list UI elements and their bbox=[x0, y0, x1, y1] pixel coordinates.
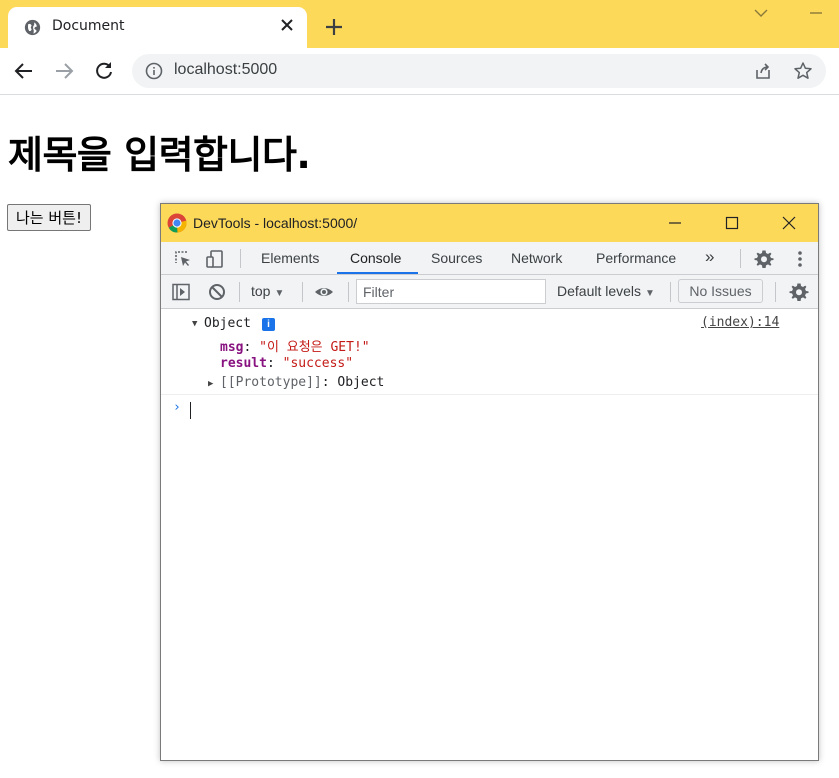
console-toolbar: top▼ Default levels▼ No Issues bbox=[161, 275, 818, 309]
console-input-caret[interactable] bbox=[190, 402, 191, 419]
filter-input[interactable] bbox=[356, 279, 546, 304]
minimize-icon[interactable] bbox=[646, 204, 703, 242]
more-tabs-button[interactable]: » bbox=[705, 247, 714, 267]
divider bbox=[775, 282, 776, 302]
maximize-icon[interactable] bbox=[703, 204, 760, 242]
browser-tab[interactable]: Document bbox=[8, 7, 307, 48]
object-label[interactable]: Object bbox=[204, 316, 251, 331]
sidebar-toggle-icon[interactable] bbox=[171, 282, 191, 302]
divider bbox=[348, 282, 349, 302]
tab-console[interactable]: Console bbox=[350, 250, 401, 266]
log-levels-value: Default levels bbox=[557, 283, 642, 299]
context-value: top bbox=[251, 283, 271, 299]
tab-title: Document bbox=[52, 18, 125, 34]
tab-sources[interactable]: Sources bbox=[431, 250, 482, 266]
star-icon[interactable] bbox=[793, 61, 813, 81]
expand-triangle-icon[interactable]: ▶ bbox=[208, 379, 213, 389]
chevron-down-icon[interactable] bbox=[752, 6, 770, 20]
property-key: result bbox=[220, 356, 267, 371]
prototype-value: Object bbox=[337, 375, 385, 390]
dropdown-arrow-icon: ▼ bbox=[645, 288, 655, 299]
log-levels-dropdown[interactable]: Default levels ▼ bbox=[557, 283, 655, 299]
devtools-titlebar: DevTools - localhost:5000/ bbox=[161, 204, 818, 242]
expand-triangle-icon[interactable]: ▼ bbox=[192, 319, 197, 329]
clear-console-icon[interactable] bbox=[207, 282, 227, 302]
devtools-window: DevTools - localhost:5000/ Elements Cons… bbox=[160, 203, 819, 761]
context-selector[interactable]: top ▼ bbox=[251, 283, 284, 299]
globe-icon bbox=[24, 19, 41, 36]
console-panel[interactable]: ▼ Object i (index):14 msg: "이 요청은 GET!" … bbox=[161, 309, 818, 760]
source-link[interactable]: (index):14 bbox=[701, 315, 779, 330]
divider bbox=[740, 249, 741, 268]
page-heading: 제목을 입력합니다. bbox=[8, 133, 311, 177]
reload-icon[interactable] bbox=[93, 60, 115, 82]
console-log-entry: ▼ Object i (index):14 msg: "이 요청은 GET!" … bbox=[161, 309, 818, 395]
tab-network[interactable]: Network bbox=[511, 250, 562, 266]
devtools-title: DevTools - localhost:5000/ bbox=[193, 215, 358, 231]
page-button[interactable]: 나는 버튼! bbox=[7, 204, 91, 231]
devtools-tab-bar: Elements Console Sources Network Perform… bbox=[161, 242, 818, 275]
property-key: msg bbox=[220, 340, 244, 355]
forward-arrow-icon[interactable] bbox=[53, 60, 75, 82]
share-icon[interactable] bbox=[753, 61, 773, 81]
console-prompt-icon: › bbox=[173, 400, 181, 415]
browser-tab-bar: Document bbox=[0, 0, 839, 48]
active-tab-indicator bbox=[337, 272, 418, 274]
browser-toolbar: localhost:5000 bbox=[0, 48, 839, 95]
chrome-logo-icon bbox=[167, 213, 187, 233]
property-value: "success" bbox=[282, 356, 354, 371]
dropdown-arrow-icon: ▼ bbox=[274, 288, 285, 299]
object-property: result: "success" bbox=[220, 356, 354, 371]
divider bbox=[302, 282, 303, 302]
eye-icon[interactable] bbox=[314, 282, 334, 302]
more-vertical-icon[interactable] bbox=[790, 249, 810, 269]
property-value: "이 요청은 GET!" bbox=[259, 340, 370, 355]
gear-icon[interactable] bbox=[789, 282, 809, 302]
url-text[interactable]: localhost:5000 bbox=[174, 61, 277, 79]
issues-button[interactable]: No Issues bbox=[678, 279, 763, 303]
object-property: msg: "이 요청은 GET!" bbox=[220, 340, 370, 355]
divider bbox=[670, 282, 671, 302]
tab-elements[interactable]: Elements bbox=[261, 250, 319, 266]
device-toolbar-icon[interactable] bbox=[205, 249, 225, 269]
info-badge-icon[interactable]: i bbox=[262, 318, 275, 331]
gear-icon[interactable] bbox=[754, 249, 774, 269]
tab-performance[interactable]: Performance bbox=[596, 250, 676, 266]
close-icon[interactable] bbox=[279, 17, 295, 33]
prototype-property[interactable]: [[Prototype]]: Object bbox=[220, 375, 384, 390]
address-bar[interactable]: localhost:5000 bbox=[132, 54, 826, 88]
back-arrow-icon[interactable] bbox=[13, 60, 35, 82]
inspect-element-icon[interactable] bbox=[173, 249, 193, 269]
prototype-key: [[Prototype]] bbox=[220, 375, 322, 390]
new-tab-icon[interactable] bbox=[323, 16, 345, 38]
info-icon[interactable] bbox=[145, 62, 163, 80]
minimize-icon[interactable] bbox=[806, 6, 826, 20]
close-icon[interactable] bbox=[760, 204, 817, 242]
divider bbox=[239, 282, 240, 302]
divider bbox=[240, 249, 241, 268]
